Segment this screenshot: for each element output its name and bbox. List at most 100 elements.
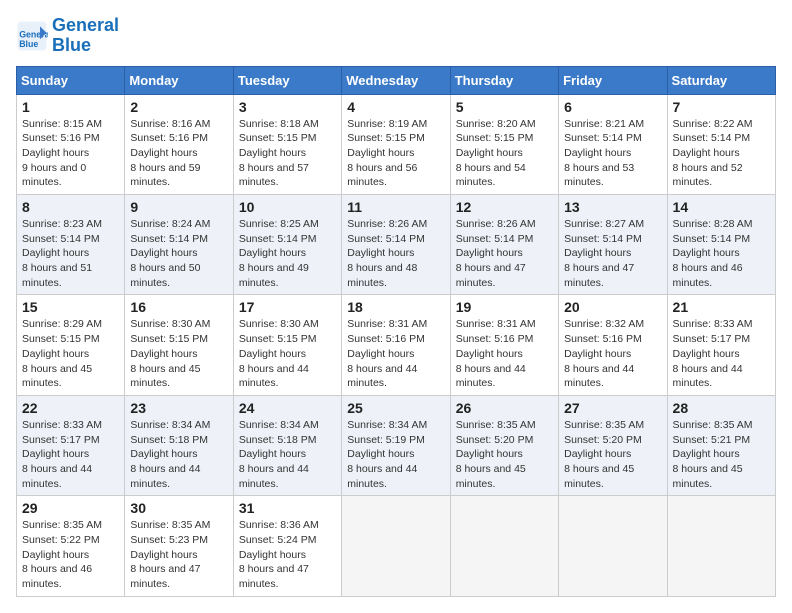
calendar-cell <box>559 496 667 596</box>
day-info: Sunrise: 8:32 AMSunset: 5:16 PMDaylight … <box>564 317 661 390</box>
calendar-cell: 7 Sunrise: 8:22 AMSunset: 5:14 PMDaylight… <box>667 94 775 194</box>
day-number: 22 <box>22 400 119 416</box>
day-info: Sunrise: 8:35 AMSunset: 5:21 PMDaylight … <box>673 418 770 491</box>
day-info: Sunrise: 8:24 AMSunset: 5:14 PMDaylight … <box>130 217 227 290</box>
calendar-cell: 6Sunrise: 8:21 AMSunset: 5:14 PMDaylight… <box>559 94 667 194</box>
day-number: 12 <box>456 199 553 215</box>
day-number: 31 <box>239 500 336 516</box>
calendar-cell <box>450 496 558 596</box>
calendar-cell: 31 Sunrise: 8:36 AMSunset: 5:24 PMDayligh… <box>233 496 341 596</box>
logo-text-line1: General <box>52 16 119 36</box>
day-info: Sunrise: 8:35 AMSunset: 5:20 PMDaylight … <box>564 418 661 491</box>
day-info: Sunrise: 8:28 AMSunset: 5:14 PMDaylight … <box>673 217 770 290</box>
day-info: Sunrise: 8:30 AMSunset: 5:15 PMDaylight … <box>239 317 336 390</box>
day-number: 4 <box>347 99 444 115</box>
day-number: 11 <box>347 199 444 215</box>
day-info: Sunrise: 8:31 AMSunset: 5:16 PMDaylight … <box>347 317 444 390</box>
calendar-cell: 17 Sunrise: 8:30 AMSunset: 5:15 PMDayligh… <box>233 295 341 395</box>
logo-icon: General Blue <box>16 20 48 52</box>
page-header: General Blue General Blue <box>16 16 776 56</box>
day-number: 9 <box>130 199 227 215</box>
day-info: Sunrise: 8:19 AMSunset: 5:15 PMDaylight … <box>347 117 444 190</box>
calendar-table: SundayMondayTuesdayWednesdayThursdayFrid… <box>16 66 776 597</box>
calendar-cell: 12 Sunrise: 8:26 AMSunset: 5:14 PMDayligh… <box>450 195 558 295</box>
calendar-cell: 26 Sunrise: 8:35 AMSunset: 5:20 PMDayligh… <box>450 395 558 495</box>
day-info: Sunrise: 8:33 AMSunset: 5:17 PMDaylight … <box>673 317 770 390</box>
calendar-cell: 13Sunrise: 8:27 AMSunset: 5:14 PMDayligh… <box>559 195 667 295</box>
day-info: Sunrise: 8:27 AMSunset: 5:14 PMDaylight … <box>564 217 661 290</box>
day-info: Sunrise: 8:34 AMSunset: 5:19 PMDaylight … <box>347 418 444 491</box>
day-number: 20 <box>564 299 661 315</box>
calendar-cell: 18Sunrise: 8:31 AMSunset: 5:16 PMDayligh… <box>342 295 450 395</box>
day-number: 30 <box>130 500 227 516</box>
day-number: 17 <box>239 299 336 315</box>
calendar-cell: 28 Sunrise: 8:35 AMSunset: 5:21 PMDayligh… <box>667 395 775 495</box>
day-info: Sunrise: 8:29 AMSunset: 5:15 PMDaylight … <box>22 317 119 390</box>
day-info: Sunrise: 8:25 AMSunset: 5:14 PMDaylight … <box>239 217 336 290</box>
day-info: Sunrise: 8:20 AMSunset: 5:15 PMDaylight … <box>456 117 553 190</box>
calendar-cell: 5 Sunrise: 8:20 AMSunset: 5:15 PMDaylight… <box>450 94 558 194</box>
day-number: 8 <box>22 199 119 215</box>
day-info: Sunrise: 8:15 AMSunset: 5:16 PMDaylight … <box>22 117 119 190</box>
day-info: Sunrise: 8:16 AMSunset: 5:16 PMDaylight … <box>130 117 227 190</box>
day-info: Sunrise: 8:34 AMSunset: 5:18 PMDaylight … <box>239 418 336 491</box>
calendar-cell: 16 Sunrise: 8:30 AMSunset: 5:15 PMDayligh… <box>125 295 233 395</box>
calendar-cell: 8Sunrise: 8:23 AMSunset: 5:14 PMDaylight… <box>17 195 125 295</box>
day-number: 16 <box>130 299 227 315</box>
day-number: 27 <box>564 400 661 416</box>
calendar-cell: 27 Sunrise: 8:35 AMSunset: 5:20 PMDayligh… <box>559 395 667 495</box>
col-header-wednesday: Wednesday <box>342 66 450 94</box>
day-number: 6 <box>564 99 661 115</box>
calendar-cell: 2Sunrise: 8:16 AMSunset: 5:16 PMDaylight… <box>125 94 233 194</box>
day-number: 19 <box>456 299 553 315</box>
day-number: 26 <box>456 400 553 416</box>
calendar-cell <box>667 496 775 596</box>
calendar-cell: 11 Sunrise: 8:26 AMSunset: 5:14 PMDayligh… <box>342 195 450 295</box>
calendar-week-5: 29Sunrise: 8:35 AMSunset: 5:22 PMDayligh… <box>17 496 776 596</box>
day-info: Sunrise: 8:26 AMSunset: 5:14 PMDaylight … <box>456 217 553 290</box>
day-info: Sunrise: 8:35 AMSunset: 5:20 PMDaylight … <box>456 418 553 491</box>
calendar-cell: 21 Sunrise: 8:33 AMSunset: 5:17 PMDayligh… <box>667 295 775 395</box>
calendar-cell: 9 Sunrise: 8:24 AMSunset: 5:14 PMDaylight… <box>125 195 233 295</box>
calendar-cell: 14 Sunrise: 8:28 AMSunset: 5:14 PMDayligh… <box>667 195 775 295</box>
col-header-tuesday: Tuesday <box>233 66 341 94</box>
calendar-cell: 3 Sunrise: 8:18 AMSunset: 5:15 PMDaylight… <box>233 94 341 194</box>
calendar-cell: 15 Sunrise: 8:29 AMSunset: 5:15 PMDayligh… <box>17 295 125 395</box>
calendar-cell: 10Sunrise: 8:25 AMSunset: 5:14 PMDayligh… <box>233 195 341 295</box>
calendar-cell: 1 Sunrise: 8:15 AMSunset: 5:16 PMDaylight… <box>17 94 125 194</box>
day-number: 15 <box>22 299 119 315</box>
day-info: Sunrise: 8:33 AMSunset: 5:17 PMDaylight … <box>22 418 119 491</box>
day-number: 7 <box>673 99 770 115</box>
day-number: 5 <box>456 99 553 115</box>
day-number: 3 <box>239 99 336 115</box>
col-header-saturday: Saturday <box>667 66 775 94</box>
calendar-cell: 22 Sunrise: 8:33 AMSunset: 5:17 PMDayligh… <box>17 395 125 495</box>
calendar-cell: 24 Sunrise: 8:34 AMSunset: 5:18 PMDayligh… <box>233 395 341 495</box>
day-number: 28 <box>673 400 770 416</box>
col-header-monday: Monday <box>125 66 233 94</box>
calendar-week-1: 1 Sunrise: 8:15 AMSunset: 5:16 PMDaylight… <box>17 94 776 194</box>
day-number: 1 <box>22 99 119 115</box>
calendar-week-3: 15 Sunrise: 8:29 AMSunset: 5:15 PMDayligh… <box>17 295 776 395</box>
col-header-friday: Friday <box>559 66 667 94</box>
calendar-cell: 25 Sunrise: 8:34 AMSunset: 5:19 PMDayligh… <box>342 395 450 495</box>
calendar-cell: 4 Sunrise: 8:19 AMSunset: 5:15 PMDaylight… <box>342 94 450 194</box>
day-info: Sunrise: 8:22 AMSunset: 5:14 PMDaylight … <box>673 117 770 190</box>
day-info: Sunrise: 8:35 AMSunset: 5:23 PMDaylight … <box>130 518 227 591</box>
day-number: 14 <box>673 199 770 215</box>
day-info: Sunrise: 8:34 AMSunset: 5:18 PMDaylight … <box>130 418 227 491</box>
day-number: 24 <box>239 400 336 416</box>
day-info: Sunrise: 8:26 AMSunset: 5:14 PMDaylight … <box>347 217 444 290</box>
day-info: Sunrise: 8:18 AMSunset: 5:15 PMDaylight … <box>239 117 336 190</box>
calendar-cell: 19Sunrise: 8:31 AMSunset: 5:16 PMDayligh… <box>450 295 558 395</box>
calendar-week-4: 22 Sunrise: 8:33 AMSunset: 5:17 PMDayligh… <box>17 395 776 495</box>
day-number: 21 <box>673 299 770 315</box>
svg-text:Blue: Blue <box>19 39 38 49</box>
day-number: 25 <box>347 400 444 416</box>
day-info: Sunrise: 8:30 AMSunset: 5:15 PMDaylight … <box>130 317 227 390</box>
col-header-sunday: Sunday <box>17 66 125 94</box>
calendar-header-row: SundayMondayTuesdayWednesdayThursdayFrid… <box>17 66 776 94</box>
col-header-thursday: Thursday <box>450 66 558 94</box>
day-info: Sunrise: 8:36 AMSunset: 5:24 PMDaylight … <box>239 518 336 591</box>
calendar-cell: 29Sunrise: 8:35 AMSunset: 5:22 PMDayligh… <box>17 496 125 596</box>
